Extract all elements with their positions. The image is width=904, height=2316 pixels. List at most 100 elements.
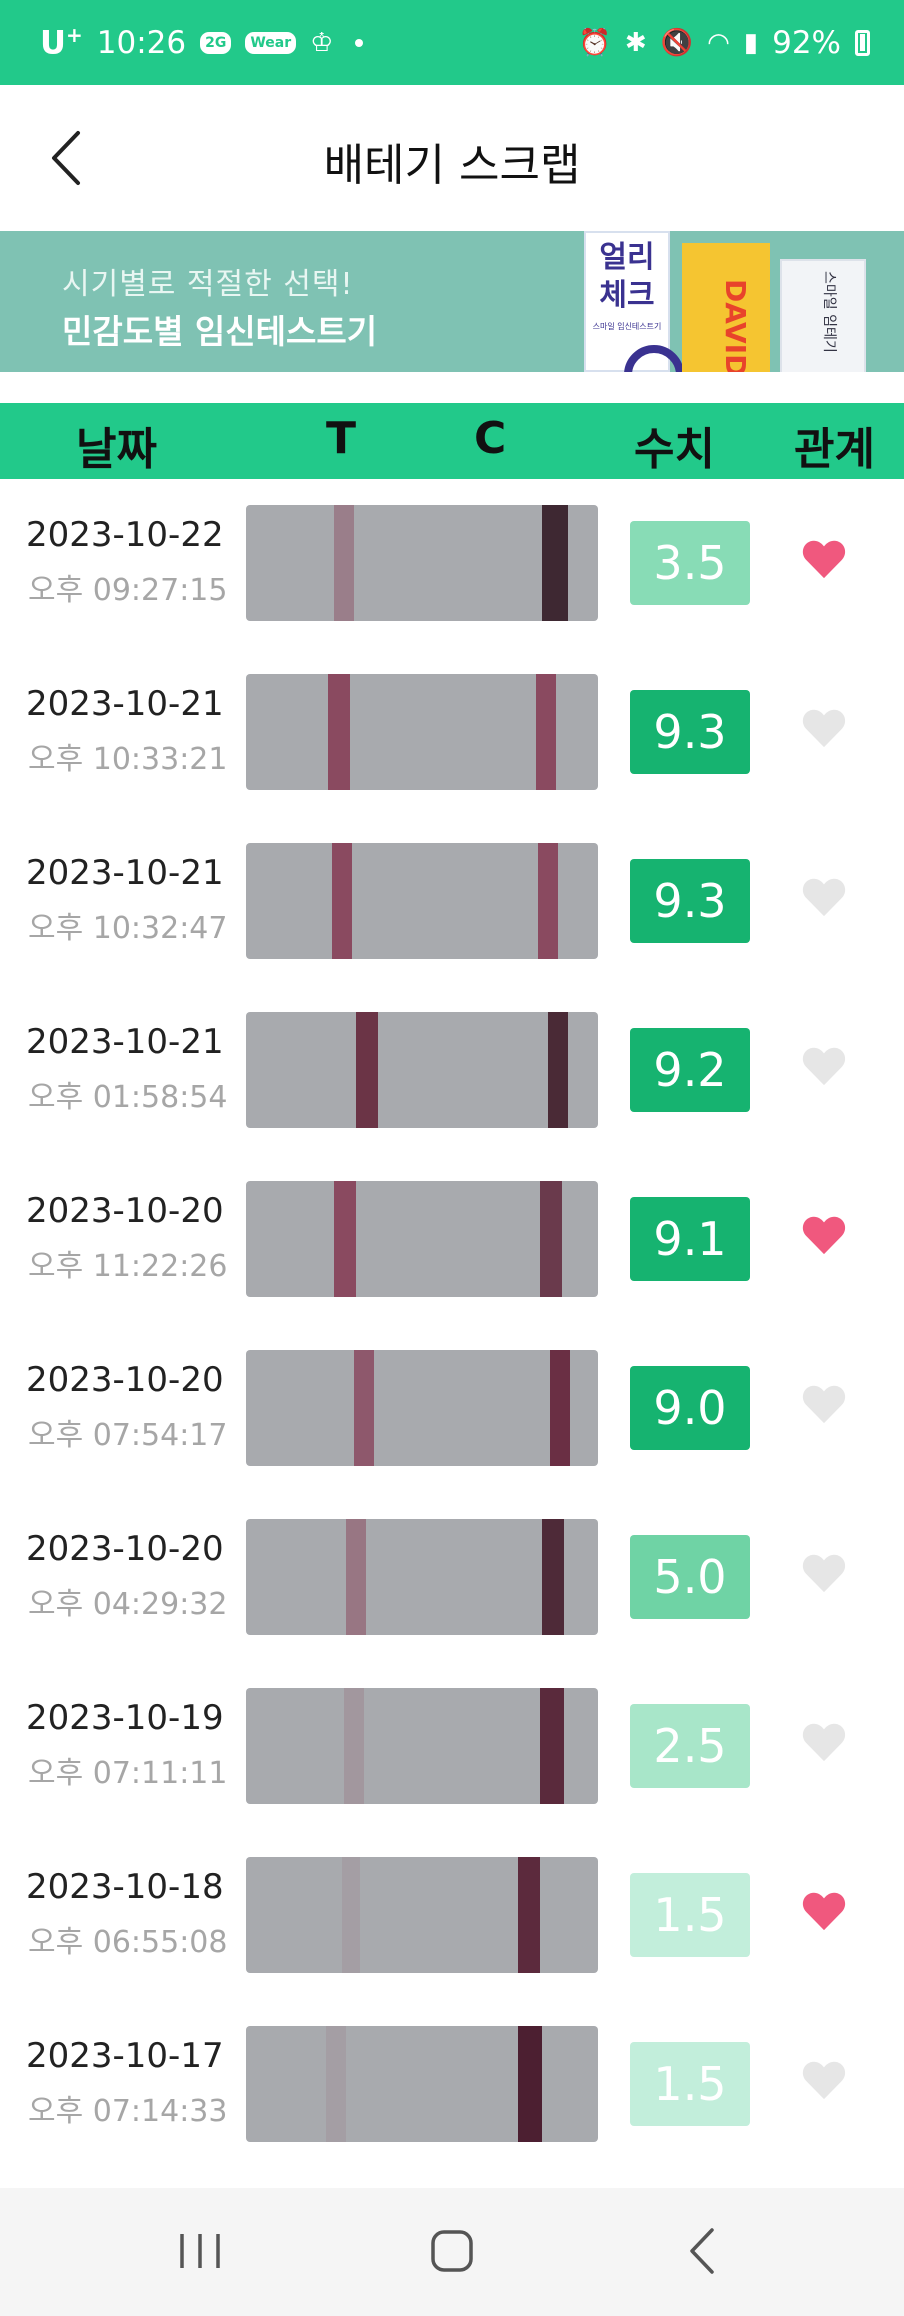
alarm-icon: ⏰ (578, 27, 611, 58)
t-line (356, 1012, 378, 1128)
battery-icon (855, 29, 870, 56)
recent-apps-icon[interactable] (160, 2216, 240, 2286)
value-badge[interactable]: 9.0 (630, 1366, 750, 1450)
test-strip-image[interactable] (246, 1688, 598, 1804)
heart-icon[interactable] (801, 706, 847, 750)
test-strip-image[interactable] (246, 1012, 598, 1128)
t-line (326, 2026, 346, 2142)
heart-icon[interactable] (801, 1213, 847, 1257)
record-date: 2023-10-21 (26, 1022, 224, 1062)
record-date: 2023-10-20 (26, 1360, 224, 1400)
heart-icon[interactable] (801, 537, 847, 581)
record-date: 2023-10-20 (26, 1529, 224, 1569)
mute-icon: 🔇 (660, 27, 694, 58)
signal-icon: ▮ (743, 27, 759, 58)
banner-subheadline: 민감도별 임신테스트기 (62, 312, 378, 351)
t-line (346, 1519, 366, 1635)
wear-app-icon: Wear (245, 31, 297, 54)
blog-app-icon: 2G (200, 31, 232, 54)
record-row[interactable]: 2023-10-20 오후 04:29:32 5.0 (0, 1493, 904, 1662)
record-date: 2023-10-21 (26, 853, 224, 893)
test-strip-image[interactable] (246, 1519, 598, 1635)
record-time: 오후 09:27:15 (28, 573, 228, 608)
value-badge[interactable]: 9.3 (630, 690, 750, 774)
column-header-relation: 관계 (794, 424, 875, 475)
product-pack-smile: 스마일 임테기 (780, 259, 866, 372)
value-badge[interactable]: 5.0 (630, 1535, 750, 1619)
c-line (548, 1012, 568, 1128)
t-line (328, 674, 350, 790)
heart-icon[interactable] (801, 1720, 847, 1764)
record-time: 오후 04:29:32 (28, 1587, 228, 1622)
c-line (542, 1519, 564, 1635)
heart-icon[interactable] (801, 2058, 847, 2102)
c-line (518, 2026, 542, 2142)
heart-icon[interactable] (801, 1889, 847, 1933)
value-badge[interactable]: 2.5 (630, 1704, 750, 1788)
test-strip-image[interactable] (246, 2026, 598, 2142)
record-row[interactable]: 2023-10-21 오후 01:58:54 9.2 (0, 986, 904, 1155)
banner-headline: 시기별로 적절한 선택! (62, 267, 354, 302)
value-badge[interactable]: 9.3 (630, 859, 750, 943)
record-date: 2023-10-22 (26, 515, 224, 555)
carrier-name: U (40, 23, 66, 62)
record-time: 오후 06:55:08 (28, 1925, 228, 1960)
value-badge[interactable]: 1.5 (630, 1873, 750, 1957)
record-row[interactable]: 2023-10-21 오후 10:32:47 9.3 (0, 817, 904, 986)
value-badge[interactable]: 9.1 (630, 1197, 750, 1281)
c-line (540, 1688, 564, 1804)
system-nav-bar (0, 2188, 904, 2316)
record-row[interactable]: 2023-10-21 오후 10:33:21 9.3 (0, 648, 904, 817)
crown-icon: ♔ (310, 27, 334, 58)
heart-icon[interactable] (801, 1044, 847, 1088)
t-line (334, 1181, 356, 1297)
c-line (540, 1181, 562, 1297)
bluetooth-icon: ✱ (624, 27, 647, 58)
c-line (538, 843, 558, 959)
status-bar: U+ 10:26 2G Wear ♔ ⏰ ✱ 🔇 ◠ ▮ 92% (0, 0, 904, 85)
app-header: 배테기 스크랩 (0, 85, 904, 231)
record-row[interactable]: 2023-10-19 오후 07:11:11 2.5 (0, 1662, 904, 1831)
battery-percent: 92% (772, 24, 841, 61)
column-header-value: 수치 (634, 424, 715, 475)
value-badge[interactable]: 3.5 (630, 521, 750, 605)
c-line (550, 1350, 570, 1466)
t-line (354, 1350, 374, 1466)
test-strip-image[interactable] (246, 505, 598, 621)
record-row[interactable]: 2023-10-17 오후 07:14:33 1.5 (0, 2000, 904, 2169)
page-title: 배테기 스크랩 (323, 140, 581, 191)
status-left: U+ 10:26 2G Wear ♔ (40, 23, 364, 62)
column-header-date: 날짜 (76, 424, 157, 475)
value-badge[interactable]: 9.2 (630, 1028, 750, 1112)
test-strip-image[interactable] (246, 674, 598, 790)
product-pack-david: DAVID -SUPER (682, 243, 770, 372)
record-time: 오후 01:58:54 (28, 1080, 228, 1115)
product-pack-early-check: 얼리 체크 스마일 임신테스트기 (584, 231, 684, 372)
record-row[interactable]: 2023-10-22 오후 09:27:15 3.5 (0, 479, 904, 648)
heart-icon[interactable] (801, 1382, 847, 1426)
record-date: 2023-10-18 (26, 1867, 224, 1907)
value-badge[interactable]: 1.5 (630, 2042, 750, 2126)
record-time: 오후 10:32:47 (28, 911, 228, 946)
record-row[interactable]: 2023-10-20 오후 11:22:26 9.1 (0, 1155, 904, 1324)
test-strip-image[interactable] (246, 1857, 598, 1973)
record-time: 오후 10:33:21 (28, 742, 228, 777)
record-row[interactable]: 2023-10-20 오후 07:54:17 9.0 (0, 1324, 904, 1493)
ad-banner[interactable]: 시기별로 적절한 선택! 민감도별 임신테스트기 얼리 체크 스마일 임신테스트… (0, 231, 904, 372)
back-nav-icon[interactable] (664, 2216, 744, 2286)
test-strip-image[interactable] (246, 843, 598, 959)
home-icon[interactable] (412, 2216, 492, 2286)
record-time: 오후 11:22:26 (28, 1249, 228, 1284)
carrier-label: U+ (40, 23, 83, 62)
c-line (542, 505, 568, 621)
t-line (342, 1857, 360, 1973)
t-line (344, 1688, 364, 1804)
test-strip-image[interactable] (246, 1181, 598, 1297)
heart-icon[interactable] (801, 875, 847, 919)
pack1-label: 얼리 체크 (599, 240, 655, 313)
heart-icon[interactable] (801, 1551, 847, 1595)
wifi-icon: ◠ (707, 27, 730, 58)
record-row[interactable]: 2023-10-18 오후 06:55:08 1.5 (0, 1831, 904, 2000)
test-strip-image[interactable] (246, 1350, 598, 1466)
column-header-t: T (326, 413, 357, 464)
